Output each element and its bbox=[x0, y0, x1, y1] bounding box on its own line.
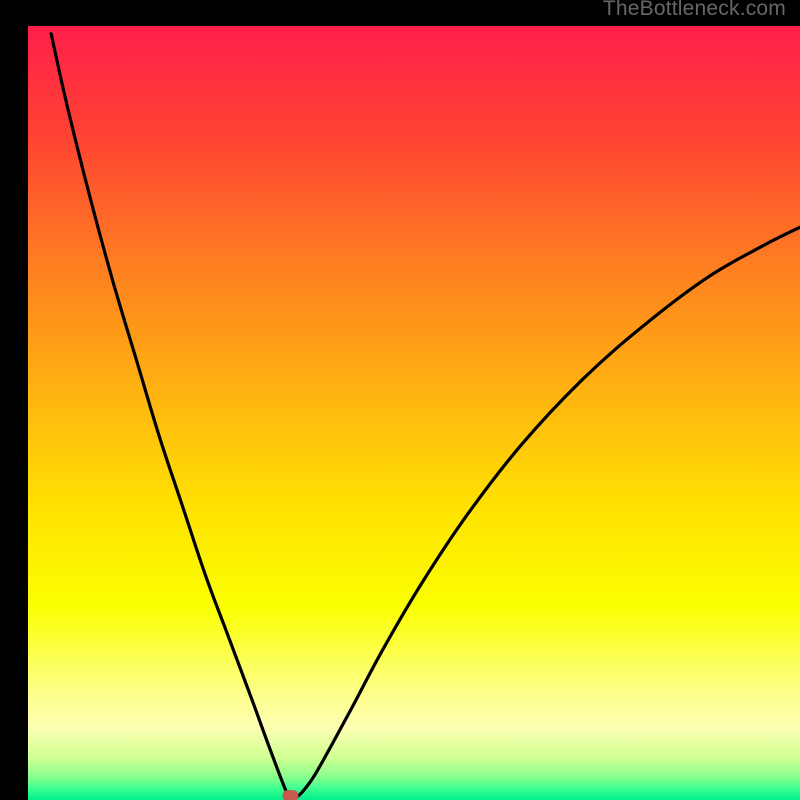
chart-frame bbox=[14, 14, 786, 786]
bottleneck-chart bbox=[28, 26, 800, 800]
minimum-marker bbox=[282, 790, 298, 800]
watermark-text: TheBottleneck.com bbox=[603, 0, 786, 21]
gradient-background bbox=[28, 26, 800, 800]
